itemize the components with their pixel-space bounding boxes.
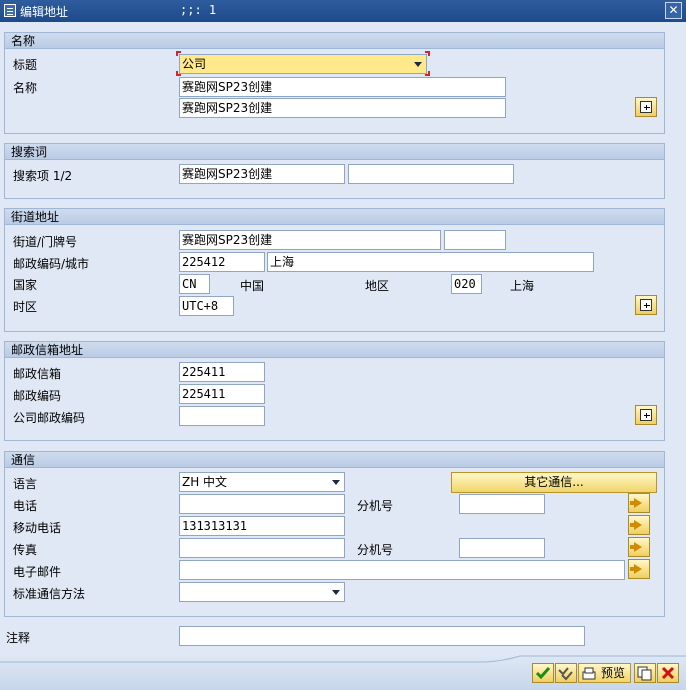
confirm-button[interactable] — [532, 663, 554, 683]
timezone-label: 时区 — [13, 300, 38, 314]
phone-input[interactable] — [179, 494, 345, 514]
title-value: 公司 — [182, 57, 207, 71]
copy-button[interactable] — [634, 663, 656, 683]
mobile-label: 移动电话 — [13, 521, 62, 535]
street-input[interactable]: 赛跑网SP23创建 — [179, 230, 441, 250]
focus-corner-tr — [425, 51, 430, 56]
house-number-input[interactable] — [444, 230, 506, 250]
edit-icon — [4, 4, 16, 17]
chevron-down-icon — [332, 590, 340, 595]
search-term1-input[interactable]: 赛跑网SP23创建 — [179, 164, 345, 184]
mobile-input[interactable]: 131313131 — [179, 516, 345, 536]
check-icon — [535, 667, 551, 680]
pobox-group: 邮政信箱地址 — [4, 341, 665, 441]
expand-pobox-button[interactable] — [635, 405, 657, 425]
street-group-header: 街道地址 — [5, 209, 664, 225]
check-entries-button[interactable] — [555, 663, 577, 683]
phone-label: 电话 — [13, 499, 38, 513]
pobox-postal-label: 邮政编码 — [13, 389, 62, 403]
notes-label: 注释 — [6, 631, 31, 645]
print-preview-icon — [582, 667, 596, 680]
double-check-icon — [558, 667, 573, 681]
postal-city-label: 邮政编码/城市 — [13, 257, 90, 271]
language-dropdown[interactable]: ZH 中文 — [179, 472, 345, 492]
company-postal-input[interactable] — [179, 406, 265, 426]
notes-input[interactable] — [179, 626, 585, 646]
chevron-down-icon — [332, 480, 340, 485]
postal-code-input[interactable]: 225412 — [179, 252, 265, 272]
timezone-input[interactable]: UTC+8 — [179, 296, 234, 316]
fax-input[interactable] — [179, 538, 345, 558]
pobox-postal-input[interactable]: 225411 — [179, 384, 265, 404]
window-subtitle: ;;: 1 — [180, 3, 217, 17]
region-name: 上海 — [510, 279, 535, 293]
search-term2-input[interactable] — [348, 164, 514, 184]
country-name: 中国 — [240, 279, 265, 293]
email-label: 电子邮件 — [13, 565, 62, 579]
std-comm-label: 标准通信方法 — [13, 587, 86, 601]
region-code-input[interactable]: 020 — [451, 274, 482, 294]
city-input[interactable]: 上海 — [267, 252, 594, 272]
company-postal-label: 公司邮政编码 — [13, 411, 86, 425]
region-label: 地区 — [365, 279, 390, 293]
focus-corner-br — [425, 71, 430, 76]
title-bar: 编辑地址 ;;: 1 ✕ — [0, 0, 686, 22]
std-comm-dropdown[interactable] — [179, 582, 345, 602]
fax-ext-label: 分机号 — [357, 543, 394, 557]
phone-ext-label: 分机号 — [357, 499, 394, 513]
fax-label: 传真 — [13, 543, 38, 557]
expand-icon — [640, 101, 652, 113]
focus-corner-bl — [176, 71, 181, 76]
expand-name-button[interactable] — [635, 97, 657, 117]
title-dropdown[interactable]: 公司 — [179, 54, 427, 74]
mobile-details-button[interactable] — [628, 515, 650, 535]
street-label: 街道/门牌号 — [13, 235, 78, 249]
search-group-header: 搜索词 — [5, 144, 664, 160]
search-term-label: 搜索项 1/2 — [13, 169, 73, 183]
name-label: 名称 — [13, 81, 38, 95]
expand-icon — [640, 299, 652, 311]
preview-label: 预览 — [601, 666, 626, 680]
cancel-button[interactable] — [657, 663, 679, 683]
expand-address-button[interactable] — [635, 295, 657, 315]
phone-details-button[interactable] — [628, 493, 650, 513]
pobox-input[interactable]: 225411 — [179, 362, 265, 382]
arrow-right-icon — [630, 498, 642, 508]
language-label: 语言 — [13, 477, 38, 491]
chevron-down-icon — [414, 62, 422, 67]
arrow-right-icon — [630, 564, 642, 574]
country-label: 国家 — [13, 278, 38, 292]
pobox-label: 邮政信箱 — [13, 367, 62, 381]
name-group-header: 名称 — [5, 33, 664, 49]
name1-input[interactable]: 赛跑网SP23创建 — [179, 77, 506, 97]
close-button[interactable]: ✕ — [665, 2, 682, 19]
other-comm-button[interactable]: 其它通信... — [451, 472, 657, 493]
arrow-right-icon — [630, 520, 642, 530]
cancel-icon — [661, 666, 675, 680]
fax-details-button[interactable] — [628, 537, 650, 557]
name2-input[interactable]: 赛跑网SP23创建 — [179, 98, 506, 118]
comm-group-header: 通信 — [5, 452, 664, 468]
fax-ext-input[interactable] — [459, 538, 545, 558]
email-details-button[interactable] — [628, 559, 650, 579]
phone-ext-input[interactable] — [459, 494, 545, 514]
pobox-group-header: 邮政信箱地址 — [5, 342, 664, 358]
arrow-right-icon — [630, 542, 642, 552]
copy-icon — [637, 666, 652, 681]
title-label: 标题 — [13, 58, 38, 72]
preview-button[interactable]: 预览 — [578, 663, 631, 683]
expand-icon — [640, 409, 652, 421]
window-title: 编辑地址 — [20, 5, 69, 19]
country-code-input[interactable]: CN — [179, 274, 210, 294]
email-input[interactable] — [179, 560, 625, 580]
focus-corner-tl — [176, 51, 181, 56]
language-value: ZH 中文 — [182, 475, 228, 489]
